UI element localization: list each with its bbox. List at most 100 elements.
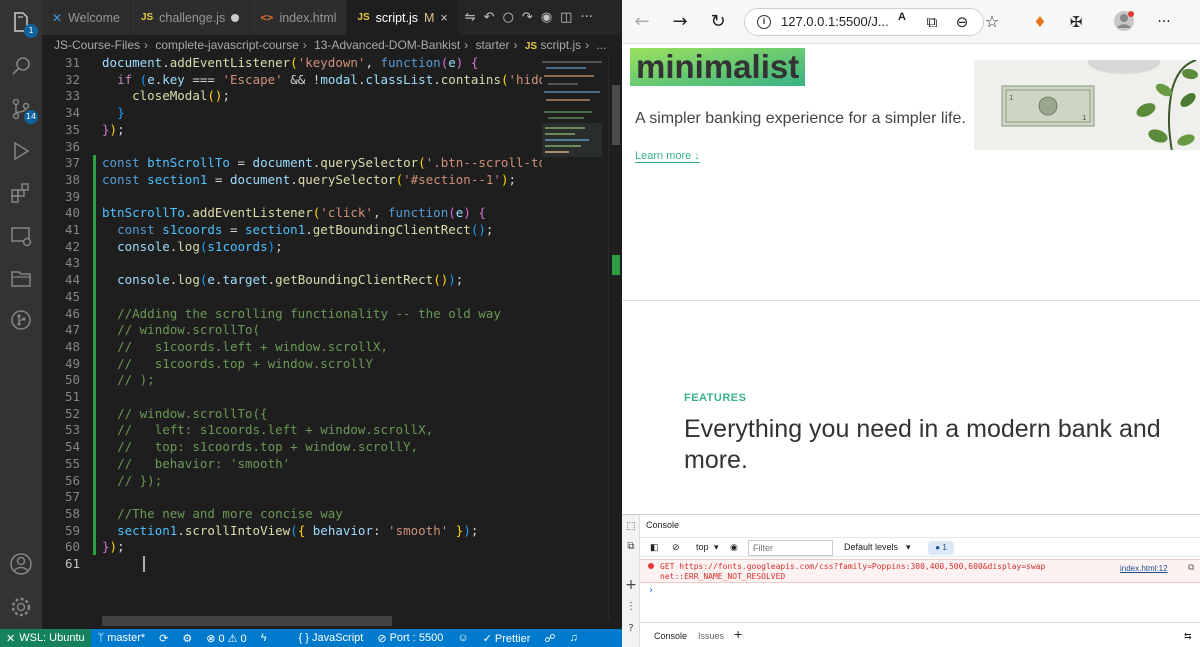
back-arrow-icon[interactable]: ← <box>630 10 654 34</box>
go-back-icon[interactable]: ↶ <box>484 10 495 25</box>
code-line[interactable]: console.log(s1coords); <box>42 239 542 256</box>
unsaved-dot-icon[interactable] <box>231 13 240 22</box>
error-source-link[interactable]: index.html:12 <box>1120 564 1168 573</box>
code-line[interactable]: console.log(e.target.getBoundingClientRe… <box>42 272 542 289</box>
code-line[interactable]: } <box>42 105 542 122</box>
code-editor[interactable]: 31 32 33 34 35 36 37 38 39 40 41 42 43 44 45 46 47 48 49 50… <box>42 55 542 619</box>
zoom-icon[interactable]: ⊖ <box>950 10 974 34</box>
code-line[interactable]: const s1coords = section1.getBoundingCli… <box>42 222 542 239</box>
site-info-icon[interactable]: i <box>757 15 771 29</box>
split-editor-icon[interactable]: ◫ <box>560 10 572 25</box>
prettier-status[interactable]: ✓ Prettier <box>476 632 538 645</box>
metamask-fox-icon[interactable]: ♦ <box>1028 10 1052 34</box>
timeline-icon[interactable]: ◉ <box>541 10 552 25</box>
code-line[interactable]: document.addEventListener('keydown', fun… <box>42 55 542 72</box>
code-line[interactable]: // window.scrollTo({ <box>42 406 542 423</box>
code-line[interactable] <box>42 255 542 272</box>
learn-more-button[interactable]: Learn more ↓ <box>635 150 700 163</box>
console-filter-input[interactable] <box>748 540 833 556</box>
console-error-message[interactable]: GET https://fonts.googleapis.com/css?fam… <box>640 559 1200 583</box>
run-debug-icon[interactable] <box>9 139 33 163</box>
code-line[interactable]: btnScrollTo.addEventListener('click', fu… <box>42 205 542 222</box>
language-mode[interactable]: { } JavaScript <box>292 632 371 644</box>
git-graph-icon[interactable] <box>9 308 33 332</box>
device-toggle-icon[interactable]: ⧉ <box>625 541 637 553</box>
remote-indicator[interactable]: ✕ WSL: Ubuntu <box>0 629 91 647</box>
sidebar-toggle-icon[interactable]: ◧ <box>650 542 659 553</box>
tab-console[interactable]: Console <box>654 631 687 641</box>
read-aloud-icon[interactable]: A <box>890 11 914 35</box>
horizontal-scrollbar[interactable] <box>102 616 392 626</box>
browser-menu-icon[interactable]: ··· <box>1152 10 1176 34</box>
code-line[interactable]: }); <box>42 539 542 556</box>
notifications-bell-icon[interactable]: ♫ <box>563 632 585 644</box>
search-icon[interactable] <box>9 54 33 78</box>
context-selector[interactable]: top <box>696 542 709 552</box>
minimap[interactable] <box>542 55 608 619</box>
code-line[interactable]: closeModal(); <box>42 88 542 105</box>
message-count-badge[interactable]: ● 1 <box>928 541 954 555</box>
code-line[interactable]: const section1 = document.querySelector(… <box>42 172 542 189</box>
favorite-star-icon[interactable]: ☆ <box>980 10 1004 34</box>
code-line[interactable]: if (e.key === 'Escape' && !modal.classLi… <box>42 72 542 89</box>
code-line[interactable]: // s1coords.left + window.scrollX, <box>42 339 542 356</box>
go-forward-icon[interactable]: ↷ <box>522 10 533 25</box>
breadcrumb-item[interactable]: script.js <box>540 38 581 52</box>
code-line[interactable] <box>42 189 542 206</box>
code-line[interactable]: // }); <box>42 473 542 490</box>
remote-explorer-icon[interactable] <box>9 224 33 248</box>
copilot-icon[interactable]: ☺ <box>450 632 475 644</box>
refresh-icon[interactable]: ↻ <box>706 10 730 34</box>
extensions-puzzle-icon[interactable]: ✠ <box>1064 10 1088 34</box>
console-prompt[interactable]: › <box>648 585 654 596</box>
breadcrumb-item[interactable]: complete-javascript-course <box>155 38 298 52</box>
code-line[interactable]: // top: s1coords.top + window.scrollY, <box>42 439 542 456</box>
tab-issues[interactable]: Issues <box>698 631 724 641</box>
code-line[interactable]: // s1coords.top + window.scrollY <box>42 356 542 373</box>
address-bar[interactable]: i 127.0.0.1:5500/J... <box>744 8 984 36</box>
chevron-down-icon[interactable]: ▾ <box>906 542 911 553</box>
code-line[interactable]: }); <box>42 122 542 139</box>
breadcrumb-item[interactable]: 13-Advanced-DOM-Bankist <box>314 38 460 52</box>
code-line[interactable] <box>42 489 542 506</box>
code-line[interactable] <box>42 389 542 406</box>
breadcrumb-item[interactable]: JS-Course-Files <box>54 38 140 52</box>
feedback-icon[interactable]: ☍ <box>537 632 562 645</box>
tab-script-js[interactable]: JS script.js M × <box>347 0 459 35</box>
tab-challenge-js[interactable]: JS challenge.js <box>130 0 251 35</box>
code-line[interactable] <box>42 139 542 156</box>
lightning-icon[interactable]: ϟ <box>254 632 274 644</box>
copy-icon[interactable]: ⧉ <box>1188 563 1194 573</box>
live-server-port[interactable]: ⊘ Port : 5500 <box>370 632 450 645</box>
profile-avatar[interactable] <box>1112 10 1136 34</box>
close-icon[interactable]: × <box>440 11 447 25</box>
code-line[interactable]: //The new and more concise way <box>42 506 542 523</box>
code-line[interactable] <box>42 556 542 573</box>
vertical-scrollbar[interactable] <box>608 55 622 619</box>
sync-icon[interactable]: ⟳ <box>152 632 175 645</box>
problems-status[interactable]: ⊗ 0 ⚠ 0 <box>199 632 253 645</box>
extensions-icon[interactable] <box>9 181 33 205</box>
code-line[interactable]: section1.scrollIntoView({ behavior: 'smo… <box>42 523 542 540</box>
code-line[interactable]: // left: s1coords.left + window.scrollX, <box>42 422 542 439</box>
app-available-icon[interactable]: ⧉ <box>920 10 944 34</box>
breadcrumb-item[interactable]: starter <box>476 38 510 52</box>
code-line[interactable] <box>42 289 542 306</box>
inspect-icon[interactable]: ⬚ <box>625 521 637 533</box>
add-tab-icon[interactable]: + <box>734 626 742 642</box>
help-icon[interactable]: ? <box>625 623 637 635</box>
more-actions-icon[interactable]: ··· <box>580 10 592 25</box>
add-tool-icon[interactable]: + <box>625 578 637 592</box>
account-icon[interactable] <box>9 552 33 576</box>
clear-console-icon[interactable]: ⊘ <box>672 542 680 553</box>
folder-icon[interactable] <box>9 266 33 290</box>
tab-welcome[interactable]: ✕ Welcome <box>42 0 131 35</box>
tab-index-html[interactable]: <> index.html <box>250 0 348 35</box>
code-line[interactable]: //Adding the scrolling functionality -- … <box>42 306 542 323</box>
code-line[interactable]: // behavior: 'smooth' <box>42 456 542 473</box>
dock-icon[interactable]: ⇆ <box>1184 631 1192 642</box>
live-share-icon[interactable]: ⚙ <box>175 632 199 645</box>
code-line[interactable]: // window.scrollTo( <box>42 322 542 339</box>
log-levels-dropdown[interactable]: Default levels <box>844 542 898 552</box>
code-line[interactable]: // ); <box>42 372 542 389</box>
